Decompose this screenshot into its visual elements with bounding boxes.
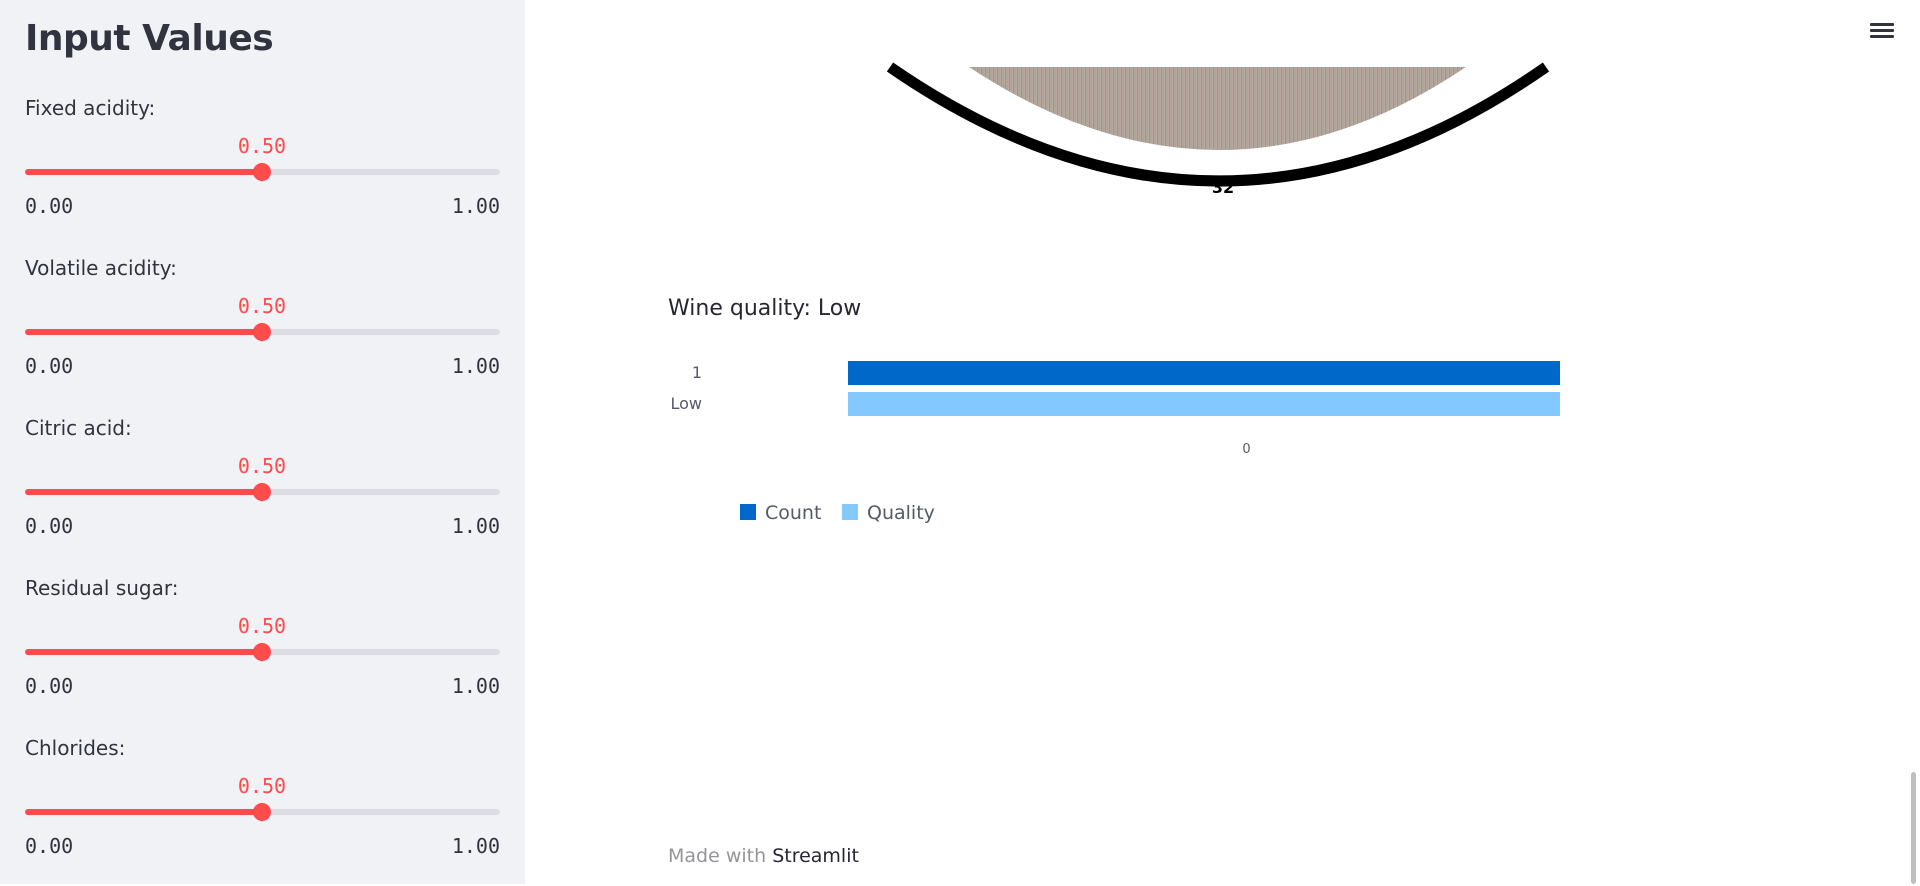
slider-max: 1.00	[451, 674, 500, 698]
footer-prefix: Made with	[668, 845, 767, 867]
slider-current-value: 0.50	[237, 774, 287, 798]
legend-swatch	[740, 504, 756, 520]
slider-citric-acid: Citric acid: 0.50 0.00 1.00	[25, 416, 500, 566]
slider-volatile-acidity: Volatile acidity: 0.50 0.00 1.00	[25, 256, 500, 406]
slider-label: Citric acid:	[25, 416, 132, 440]
slider-track[interactable]	[25, 643, 500, 661]
slider-track[interactable]	[25, 323, 500, 341]
slider-min: 0.00	[25, 674, 74, 698]
slider-current-value: 0.50	[237, 454, 287, 478]
slider-label: Chlorides:	[25, 736, 126, 760]
streamlit-link[interactable]: Streamlit	[772, 845, 859, 867]
slider-min: 0.00	[25, 194, 74, 218]
sidebar-title: Input Values	[25, 18, 274, 59]
category-label: Low	[670, 394, 702, 413]
slider-fixed-acidity: Fixed acidity: 0.50 0.00 1.00	[25, 96, 500, 246]
slider-max: 1.00	[451, 354, 500, 378]
x-tick-label: 0	[1242, 442, 1250, 457]
legend-label: Count	[765, 502, 821, 524]
slider-min: 0.00	[25, 514, 74, 538]
slider-max: 1.00	[451, 834, 500, 858]
slider-thumb[interactable]	[253, 803, 271, 821]
slider-label: Fixed acidity:	[25, 96, 156, 120]
slider-fill	[25, 809, 262, 815]
slider-fill	[25, 169, 262, 175]
sidebar: Input Values Fixed acidity: 0.50 0.00 1.…	[0, 0, 525, 884]
footer: Made with Streamlit	[668, 845, 859, 867]
gauge-chart: 32	[886, 62, 1550, 197]
slider-thumb[interactable]	[253, 483, 271, 501]
gauge-inner-fill	[969, 67, 1466, 150]
slider-fill	[25, 329, 262, 335]
slider-max: 1.00	[451, 194, 500, 218]
slider-chlorides: Chlorides: 0.50 0.00 1.00	[25, 736, 500, 886]
slider-thumb[interactable]	[253, 323, 271, 341]
slider-thumb[interactable]	[253, 163, 271, 181]
slider-label: Volatile acidity:	[25, 256, 177, 280]
slider-current-value: 0.50	[237, 294, 287, 318]
slider-thumb[interactable]	[253, 643, 271, 661]
hamburger-menu-icon[interactable]	[1868, 20, 1896, 46]
bar-quality	[848, 392, 1560, 416]
slider-residual-sugar: Residual sugar: 0.50 0.00 1.00	[25, 576, 500, 726]
gauge-label: 32	[1212, 178, 1234, 197]
slider-label: Residual sugar:	[25, 576, 179, 600]
category-label: 1	[692, 363, 702, 382]
slider-track[interactable]	[25, 803, 500, 821]
slider-fill	[25, 649, 262, 655]
slider-current-value: 0.50	[237, 614, 287, 638]
bar-count	[848, 361, 1560, 385]
slider-min: 0.00	[25, 834, 74, 858]
slider-track[interactable]	[25, 483, 500, 501]
slider-min: 0.00	[25, 354, 74, 378]
scrollbar-thumb[interactable]	[1911, 772, 1916, 884]
slider-fill	[25, 489, 262, 495]
bar-chart: 1 Low 0 Count Quality	[670, 361, 1560, 524]
slider-track[interactable]	[25, 163, 500, 181]
wine-quality-title: Wine quality: Low	[668, 296, 862, 321]
slider-current-value: 0.50	[237, 134, 287, 158]
slider-max: 1.00	[451, 514, 500, 538]
legend-swatch	[842, 504, 858, 520]
legend-label: Quality	[867, 502, 935, 524]
